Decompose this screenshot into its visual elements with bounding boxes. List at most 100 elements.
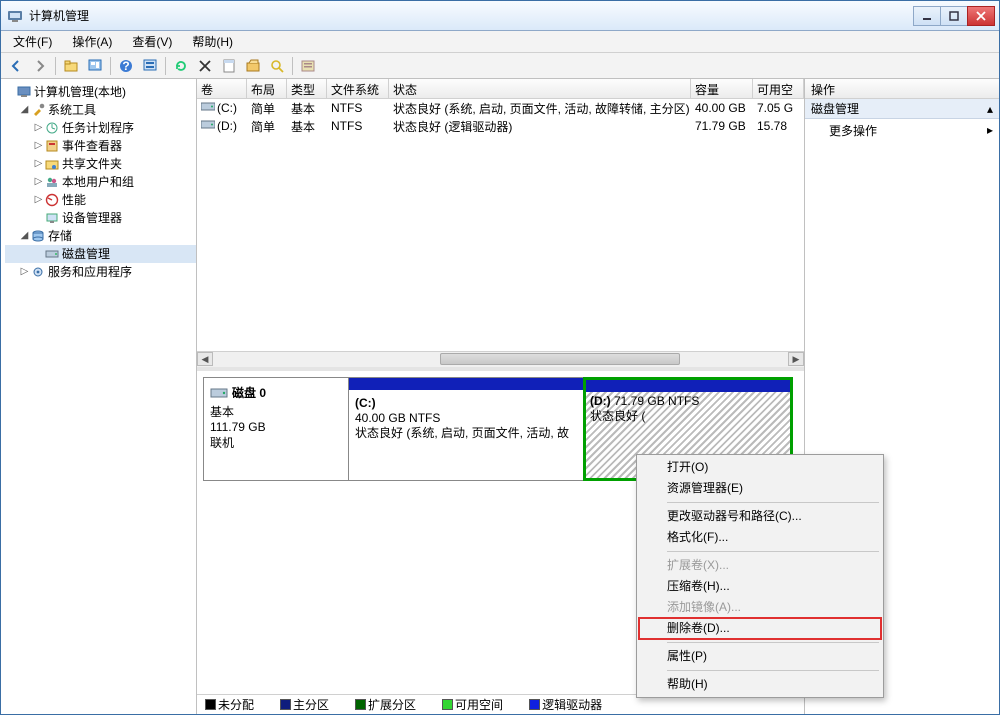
tb-help-icon[interactable]: ? <box>115 55 137 77</box>
nav-back-button[interactable] <box>5 55 27 77</box>
col-type[interactable]: 类型 <box>287 79 327 98</box>
volume-list[interactable]: 卷 布局 类型 文件系统 状态 容量 可用空 (C:)简单基本NTFS状态良好 … <box>197 79 804 371</box>
actions-more[interactable]: 更多操作 ▸ <box>805 119 999 141</box>
close-button[interactable] <box>967 6 995 26</box>
tree-diskmgmt[interactable]: 磁盘管理 <box>5 245 196 263</box>
tree-shared[interactable]: ▷ 共享文件夹 <box>5 155 196 173</box>
tb-delete-icon[interactable] <box>194 55 216 77</box>
svg-text:?: ? <box>122 59 129 73</box>
tree-users[interactable]: ▷ 本地用户和组 <box>5 173 196 191</box>
tree-perf[interactable]: ▷ 性能 <box>5 191 196 209</box>
nav-tree[interactable]: 计算机管理(本地) ◢ 系统工具 ▷ 任务计划程序 ▷ 事件查看器 ▷ 共享文件… <box>1 79 197 714</box>
actions-section[interactable]: 磁盘管理 ▴ <box>805 99 999 119</box>
expand-icon[interactable]: ◢ <box>19 105 30 116</box>
tb-list-icon[interactable] <box>297 55 319 77</box>
maximize-button[interactable] <box>940 6 968 26</box>
storage-icon <box>31 229 45 243</box>
app-icon <box>7 8 23 24</box>
tree-scheduler[interactable]: ▷ 任务计划程序 <box>5 119 196 137</box>
collapse-icon[interactable]: ▷ <box>33 159 44 170</box>
expand-icon[interactable]: ◢ <box>19 231 30 242</box>
tb-props-icon[interactable] <box>218 55 240 77</box>
nav-forward-button[interactable] <box>29 55 51 77</box>
col-free[interactable]: 可用空 <box>753 79 804 98</box>
ctx-change-letter[interactable]: 更改驱动器号和路径(C)... <box>639 506 881 527</box>
partition-c-status: 状态良好 (系统, 启动, 页面文件, 活动, 故 <box>355 426 569 440</box>
tb-settings-icon[interactable] <box>139 55 161 77</box>
disk-icon <box>201 101 215 112</box>
services-icon <box>31 265 45 279</box>
disk-name: 磁盘 0 <box>232 384 266 401</box>
ctx-help[interactable]: 帮助(H) <box>639 674 881 695</box>
folder-share-icon <box>45 157 59 171</box>
tree-systools[interactable]: ◢ 系统工具 <box>5 101 196 119</box>
col-status[interactable]: 状态 <box>389 79 691 98</box>
partition-c[interactable]: (C:) 40.00 GB NTFS 状态良好 (系统, 启动, 页面文件, 活… <box>348 377 584 481</box>
partition-d-status: 状态良好 ( <box>590 409 645 423</box>
ctx-properties[interactable]: 属性(P) <box>639 646 881 667</box>
ctx-delete-volume[interactable]: 删除卷(D)... <box>639 618 881 639</box>
col-fs[interactable]: 文件系统 <box>327 79 389 98</box>
disk-icon <box>45 247 59 261</box>
tb-refresh-icon[interactable] <box>170 55 192 77</box>
h-scrollbar[interactable]: ◀ ▶ <box>197 351 804 367</box>
menu-file[interactable]: 文件(F) <box>5 31 60 52</box>
legend-ext-swatch <box>355 699 366 710</box>
titlebar: 计算机管理 <box>1 1 999 31</box>
disk-online: 联机 <box>210 434 342 451</box>
legend-free-swatch <box>442 699 453 710</box>
col-volume[interactable]: 卷 <box>197 79 247 98</box>
tree-root[interactable]: 计算机管理(本地) <box>5 83 196 101</box>
legend-primary-swatch <box>280 699 291 710</box>
collapse-icon[interactable]: ▷ <box>33 141 44 152</box>
menu-action[interactable]: 操作(A) <box>64 31 120 52</box>
ctx-format[interactable]: 格式化(F)... <box>639 527 881 548</box>
context-menu[interactable]: 打开(O) 资源管理器(E) 更改驱动器号和路径(C)... 格式化(F)...… <box>636 454 884 698</box>
col-capacity[interactable]: 容量 <box>691 79 753 98</box>
ctx-extend: 扩展卷(X)... <box>639 555 881 576</box>
scroll-thumb[interactable] <box>440 353 680 365</box>
scroll-right-icon[interactable]: ▶ <box>788 352 804 366</box>
disk-icon <box>210 386 228 400</box>
ctx-open[interactable]: 打开(O) <box>639 457 881 478</box>
col-layout[interactable]: 布局 <box>247 79 287 98</box>
disk-kind: 基本 <box>210 403 342 420</box>
ctx-explorer[interactable]: 资源管理器(E) <box>639 478 881 499</box>
minimize-button[interactable] <box>913 6 941 26</box>
legend-unalloc-swatch <box>205 699 216 710</box>
tools-icon <box>31 103 45 117</box>
collapse-icon[interactable]: ▷ <box>33 177 44 188</box>
tree-storage[interactable]: ◢ 存储 <box>5 227 196 245</box>
disk-label[interactable]: 磁盘 0 基本 111.79 GB 联机 <box>203 377 349 481</box>
tree-services[interactable]: ▷ 服务和应用程序 <box>5 263 196 281</box>
chevron-right-icon: ▸ <box>987 123 993 137</box>
partition-c-label: (C:) <box>355 396 577 411</box>
disk-icon <box>201 119 215 130</box>
collapse-icon[interactable]: ▷ <box>33 123 44 134</box>
partition-c-size: 40.00 GB NTFS <box>355 411 440 425</box>
perf-icon <box>45 193 59 207</box>
toolbar: ? <box>1 53 999 79</box>
menubar: 文件(F) 操作(A) 查看(V) 帮助(H) <box>1 31 999 53</box>
tb-zoom-icon[interactable] <box>266 55 288 77</box>
menu-help[interactable]: 帮助(H) <box>184 31 241 52</box>
ctx-shrink[interactable]: 压缩卷(H)... <box>639 576 881 597</box>
tree-twisty-icon[interactable] <box>5 87 16 98</box>
partition-bar <box>586 380 790 392</box>
tree-eventviewer[interactable]: ▷ 事件查看器 <box>5 137 196 155</box>
menu-view[interactable]: 查看(V) <box>124 31 180 52</box>
volume-list-header[interactable]: 卷 布局 类型 文件系统 状态 容量 可用空 <box>197 79 804 99</box>
volume-row[interactable]: (D:)简单基本NTFS状态良好 (逻辑驱动器)71.79 GB15.78 <box>197 117 804 135</box>
users-icon <box>45 175 59 189</box>
volume-row[interactable]: (C:)简单基本NTFS状态良好 (系统, 启动, 页面文件, 活动, 故障转储… <box>197 99 804 117</box>
scroll-left-icon[interactable]: ◀ <box>197 352 213 366</box>
collapse-icon[interactable]: ▷ <box>19 267 30 278</box>
actions-header: 操作 <box>805 79 999 99</box>
collapse-icon[interactable]: ▷ <box>33 195 44 206</box>
ctx-addmirror: 添加镜像(A)... <box>639 597 881 618</box>
tree-devmgr[interactable]: 设备管理器 <box>5 209 196 227</box>
tb-open-icon[interactable] <box>242 55 264 77</box>
tb-up-icon[interactable] <box>60 55 82 77</box>
tb-console-icon[interactable] <box>84 55 106 77</box>
clock-icon <box>45 121 59 135</box>
